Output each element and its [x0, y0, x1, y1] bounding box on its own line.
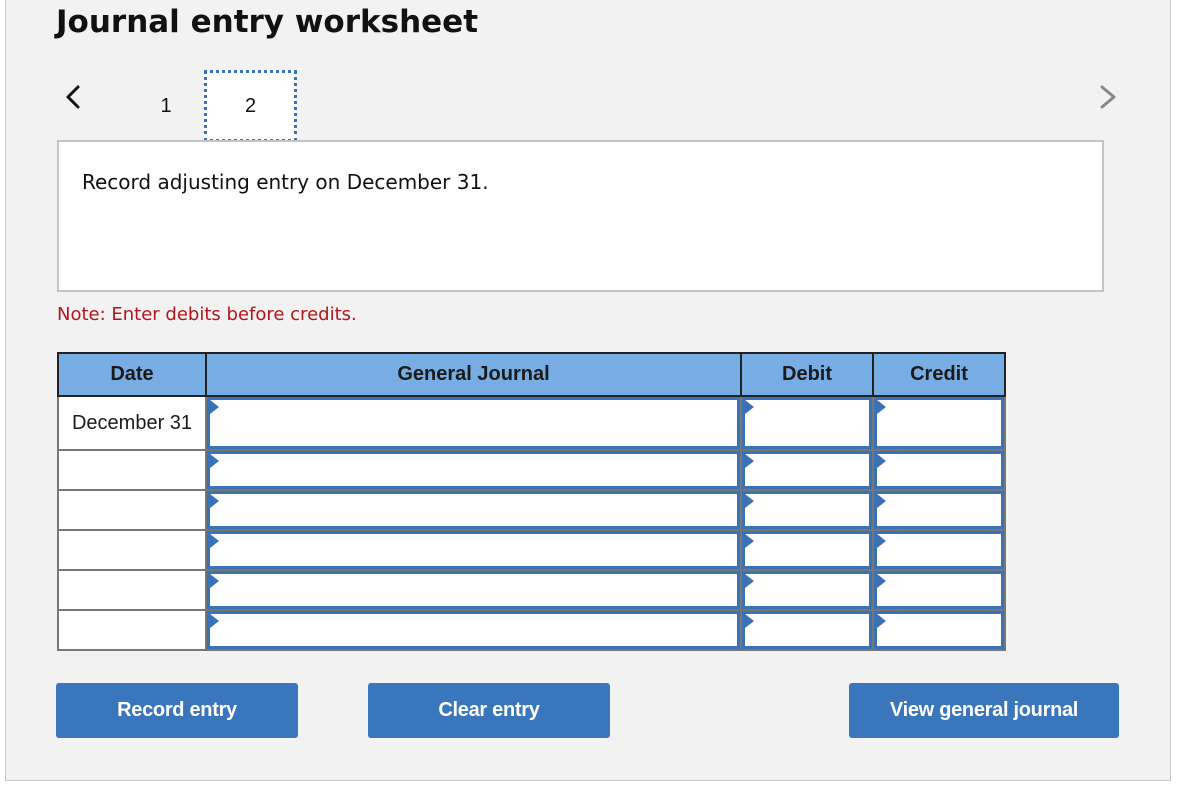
chevron-right-icon: [1100, 85, 1116, 109]
debit-input[interactable]: [742, 571, 872, 609]
dropdown-indicator-icon: [745, 534, 754, 548]
credit-cell: [872, 609, 1006, 651]
dropdown-indicator-icon: [210, 614, 219, 628]
credit-cell: [872, 449, 1006, 491]
dropdown-indicator-icon: [877, 574, 886, 588]
account-cell: [205, 449, 742, 491]
dropdown-indicator-icon: [210, 534, 219, 548]
table-row: December 31: [57, 395, 1006, 451]
account-cell: [205, 489, 742, 531]
dropdown-indicator-icon: [210, 574, 219, 588]
credit-cell: [872, 395, 1006, 451]
table-row: [57, 569, 1006, 611]
account-input[interactable]: [207, 451, 740, 489]
account-input[interactable]: [207, 571, 740, 609]
table-row: [57, 489, 1006, 531]
date-cell: [57, 569, 207, 611]
table-row: [57, 609, 1006, 651]
dropdown-indicator-icon: [877, 614, 886, 628]
clear-entry-button[interactable]: Clear entry: [368, 683, 610, 738]
dropdown-indicator-icon: [745, 574, 754, 588]
dropdown-indicator-icon: [877, 534, 886, 548]
account-input[interactable]: [207, 611, 740, 649]
tab-2[interactable]: 2: [204, 70, 297, 142]
debit-input[interactable]: [742, 491, 872, 529]
view-general-journal-button[interactable]: View general journal: [849, 683, 1119, 738]
table-row: [57, 449, 1006, 491]
instruction-box: Record adjusting entry on December 31.: [57, 140, 1104, 292]
debit-cell: [740, 609, 874, 651]
account-cell: [205, 569, 742, 611]
credit-cell: [872, 569, 1006, 611]
dropdown-indicator-icon: [745, 494, 754, 508]
dropdown-indicator-icon: [745, 614, 754, 628]
credit-cell: [872, 529, 1006, 571]
account-cell: [205, 609, 742, 651]
dropdown-indicator-icon: [877, 400, 886, 414]
date-cell: December 31: [57, 395, 207, 451]
account-cell: [205, 529, 742, 571]
tab-1-label: 1: [160, 94, 172, 117]
next-button[interactable]: [1096, 82, 1120, 112]
dropdown-indicator-icon: [210, 400, 219, 414]
dropdown-indicator-icon: [210, 454, 219, 468]
date-cell: [57, 529, 207, 571]
credit-input[interactable]: [874, 571, 1004, 609]
column-header-general-journal: General Journal: [205, 352, 742, 397]
instruction-text: Record adjusting entry on December 31.: [82, 170, 489, 194]
debit-input[interactable]: [742, 611, 872, 649]
page-title: Journal entry worksheet: [56, 4, 479, 40]
table-header: Date General Journal Debit Credit: [57, 352, 1006, 397]
journal-table: Date General Journal Debit Credit Decemb…: [57, 352, 1006, 651]
tab-1[interactable]: 1: [121, 70, 211, 142]
dropdown-indicator-icon: [877, 494, 886, 508]
tab-2-label: 2: [244, 94, 257, 117]
debit-input[interactable]: [742, 397, 872, 449]
chevron-left-icon: [66, 85, 80, 109]
worksheet-panel: Journal entry worksheet 1 2 Record adjus…: [5, 0, 1171, 781]
account-cell: [205, 395, 742, 451]
date-cell: [57, 489, 207, 531]
debit-cell: [740, 569, 874, 611]
account-input[interactable]: [207, 531, 740, 569]
debit-cell: [740, 449, 874, 491]
credit-input[interactable]: [874, 451, 1004, 489]
dropdown-indicator-icon: [210, 494, 219, 508]
dropdown-indicator-icon: [745, 400, 754, 414]
debit-cell: [740, 529, 874, 571]
credit-cell: [872, 489, 1006, 531]
credit-input[interactable]: [874, 611, 1004, 649]
dropdown-indicator-icon: [877, 454, 886, 468]
debit-input[interactable]: [742, 531, 872, 569]
column-header-date: Date: [57, 352, 207, 397]
credit-input[interactable]: [874, 531, 1004, 569]
note-text: Note: Enter debits before credits.: [57, 304, 357, 325]
column-header-debit: Debit: [740, 352, 874, 397]
date-cell: [57, 449, 207, 491]
date-cell: [57, 609, 207, 651]
account-input[interactable]: [207, 491, 740, 529]
debit-cell: [740, 489, 874, 531]
debit-cell: [740, 395, 874, 451]
credit-input[interactable]: [874, 491, 1004, 529]
table-row: [57, 529, 1006, 571]
previous-button[interactable]: [62, 82, 86, 112]
column-header-credit: Credit: [872, 352, 1006, 397]
dropdown-indicator-icon: [745, 454, 754, 468]
debit-input[interactable]: [742, 451, 872, 489]
record-entry-button[interactable]: Record entry: [56, 683, 298, 738]
account-input[interactable]: [207, 397, 740, 449]
credit-input[interactable]: [874, 397, 1004, 449]
